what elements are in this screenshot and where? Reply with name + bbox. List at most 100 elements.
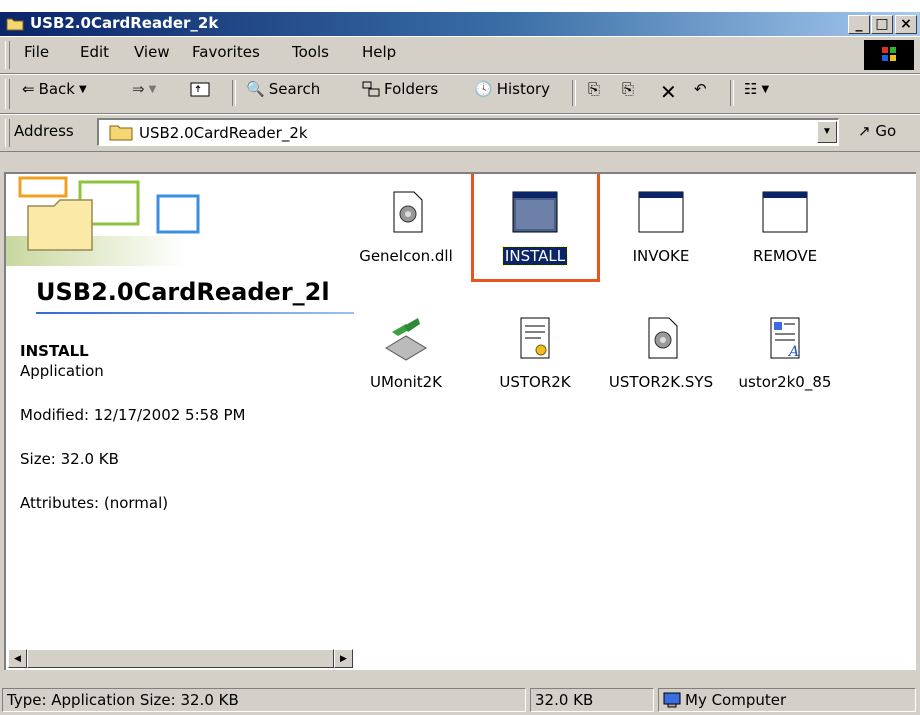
back-arrow-icon: ⇐ [22,80,35,98]
scroll-right-button[interactable]: ▶ [334,649,353,668]
file-item[interactable]: GeneIcon.dll [351,188,461,266]
dll-icon [393,191,423,233]
toolbar-separator [232,80,236,106]
status-type-size: Type: Application Size: 32.0 KB [2,688,526,712]
svg-text:A: A [787,344,799,360]
move-to-button[interactable]: ⎘ [588,80,600,98]
file-size: Size: 32.0 KB [20,450,119,468]
top-cropped-strip [0,0,920,12]
folder-banner-icon [6,176,200,266]
windows-flag-icon [882,47,896,61]
file-name: USTOR2K.SYS [608,373,714,391]
file-item[interactable]: A ustor2k0_85 [730,314,840,392]
menu-help[interactable]: Help [362,43,396,61]
title-bar[interactable]: USB2.0CardReader_2k _ □ × [0,12,920,36]
status-size: 32.0 KB [530,688,654,712]
dropdown-arrow-icon[interactable]: ▼ [79,84,87,95]
file-name: INSTALL [501,246,569,266]
folders-icon [362,81,380,97]
move-to-icon: ⎘ [588,80,601,98]
menu-view[interactable]: View [134,43,170,61]
go-button[interactable]: ↗ Go [858,122,896,140]
application-icon [512,191,558,233]
application-icon [762,191,808,233]
address-dropdown-button[interactable]: ▼ [817,121,837,143]
file-name: UMonit2K [369,373,443,391]
location-label: My Computer [685,691,787,709]
history-button[interactable]: 🕓 History [474,80,550,98]
go-label: Go [875,122,897,140]
undo-button[interactable]: ↶ [694,80,707,98]
file-item-selected[interactable]: INSTALL [480,188,590,266]
folder-view[interactable]: USB2.0CardReader_2l INSTALL Application … [4,172,916,670]
up-folder-icon [190,82,210,97]
address-input[interactable]: USB2.0CardReader_2k ▼ [97,118,839,146]
title-underline [36,312,354,314]
back-label: Back [38,80,75,98]
search-icon: 🔍 [246,80,265,98]
toolbar-separator [572,80,576,106]
status-bar: Type: Application Size: 32.0 KB 32.0 KB … [0,684,920,715]
copy-to-icon: ⎘ [622,80,635,98]
file-item[interactable]: USTOR2K [480,314,590,392]
back-button[interactable]: ⇐ Back ▼ [22,80,87,98]
file-item[interactable]: INVOKE [606,188,716,266]
forward-arrow-icon: ⇒ [132,80,145,98]
address-label: Address [14,122,74,140]
file-item[interactable]: REMOVE [730,188,840,266]
selected-item-type: Application [20,362,104,380]
history-label: History [496,80,551,98]
file-name: REMOVE [752,247,818,265]
folders-button[interactable]: Folders [362,80,438,98]
scroll-thumb[interactable] [27,649,334,668]
windows-logo [864,40,914,70]
search-button[interactable]: 🔍 Search [246,80,320,98]
address-grip[interactable] [5,119,10,147]
toolbar-grip[interactable] [5,79,10,109]
menu-edit[interactable]: Edit [80,43,109,61]
copy-to-button[interactable]: ⎘ [622,80,634,98]
folders-label: Folders [384,80,439,98]
file-item[interactable]: USTOR2K.SYS [606,314,716,392]
menu-file[interactable]: File [24,43,49,61]
dropdown-arrow-icon[interactable]: ▼ [149,84,157,95]
system-file-icon [648,317,678,359]
forward-button[interactable]: ⇒ ▼ [132,80,156,98]
window-title: USB2.0CardReader_2k [30,14,219,32]
menu-bar: File Edit View Favorites Tools Help [0,36,920,74]
explorer-window: USB2.0CardReader_2k _ □ × File Edit View… [0,12,920,715]
toolbar-separator [730,80,734,106]
views-icon: ☷ [744,80,758,98]
views-button[interactable]: ☷ ▼ [744,80,769,98]
maximize-button[interactable]: □ [871,15,893,34]
web-view-panel: USB2.0CardReader_2l INSTALL Application … [6,174,361,670]
delete-button[interactable]: ✕ [660,80,677,104]
file-name: USTOR2K [499,373,571,391]
up-folder-button[interactable] [190,80,210,98]
menu-grip[interactable] [5,41,10,69]
dropdown-arrow-icon[interactable]: ▼ [761,84,769,95]
monitor-app-icon [385,318,427,361]
application-icon [638,191,684,233]
undo-icon: ↶ [694,80,707,98]
scroll-left-button[interactable]: ◀ [8,649,27,668]
file-item[interactable]: UMonit2K [351,314,461,392]
close-button[interactable]: × [895,15,917,34]
folder-icon [109,125,133,141]
horizontal-scrollbar[interactable]: ◀ ▶ [8,649,353,668]
document-icon: A [770,317,800,360]
menu-tools[interactable]: Tools [292,43,329,61]
file-name: ustor2k0_85 [738,373,832,391]
minimize-button[interactable]: _ [848,15,870,34]
folder-title: USB2.0CardReader_2l [36,278,330,306]
file-attributes: Attributes: (normal) [20,494,169,512]
file-name: INVOKE [632,247,690,265]
history-icon: 🕓 [474,80,493,98]
delete-icon: ✕ [660,80,677,104]
folder-icon [6,18,24,31]
search-label: Search [268,80,321,98]
selected-item-name: INSTALL [20,342,89,360]
status-location: My Computer [658,688,916,712]
setup-info-icon [520,317,550,359]
menu-favorites[interactable]: Favorites [192,43,260,61]
